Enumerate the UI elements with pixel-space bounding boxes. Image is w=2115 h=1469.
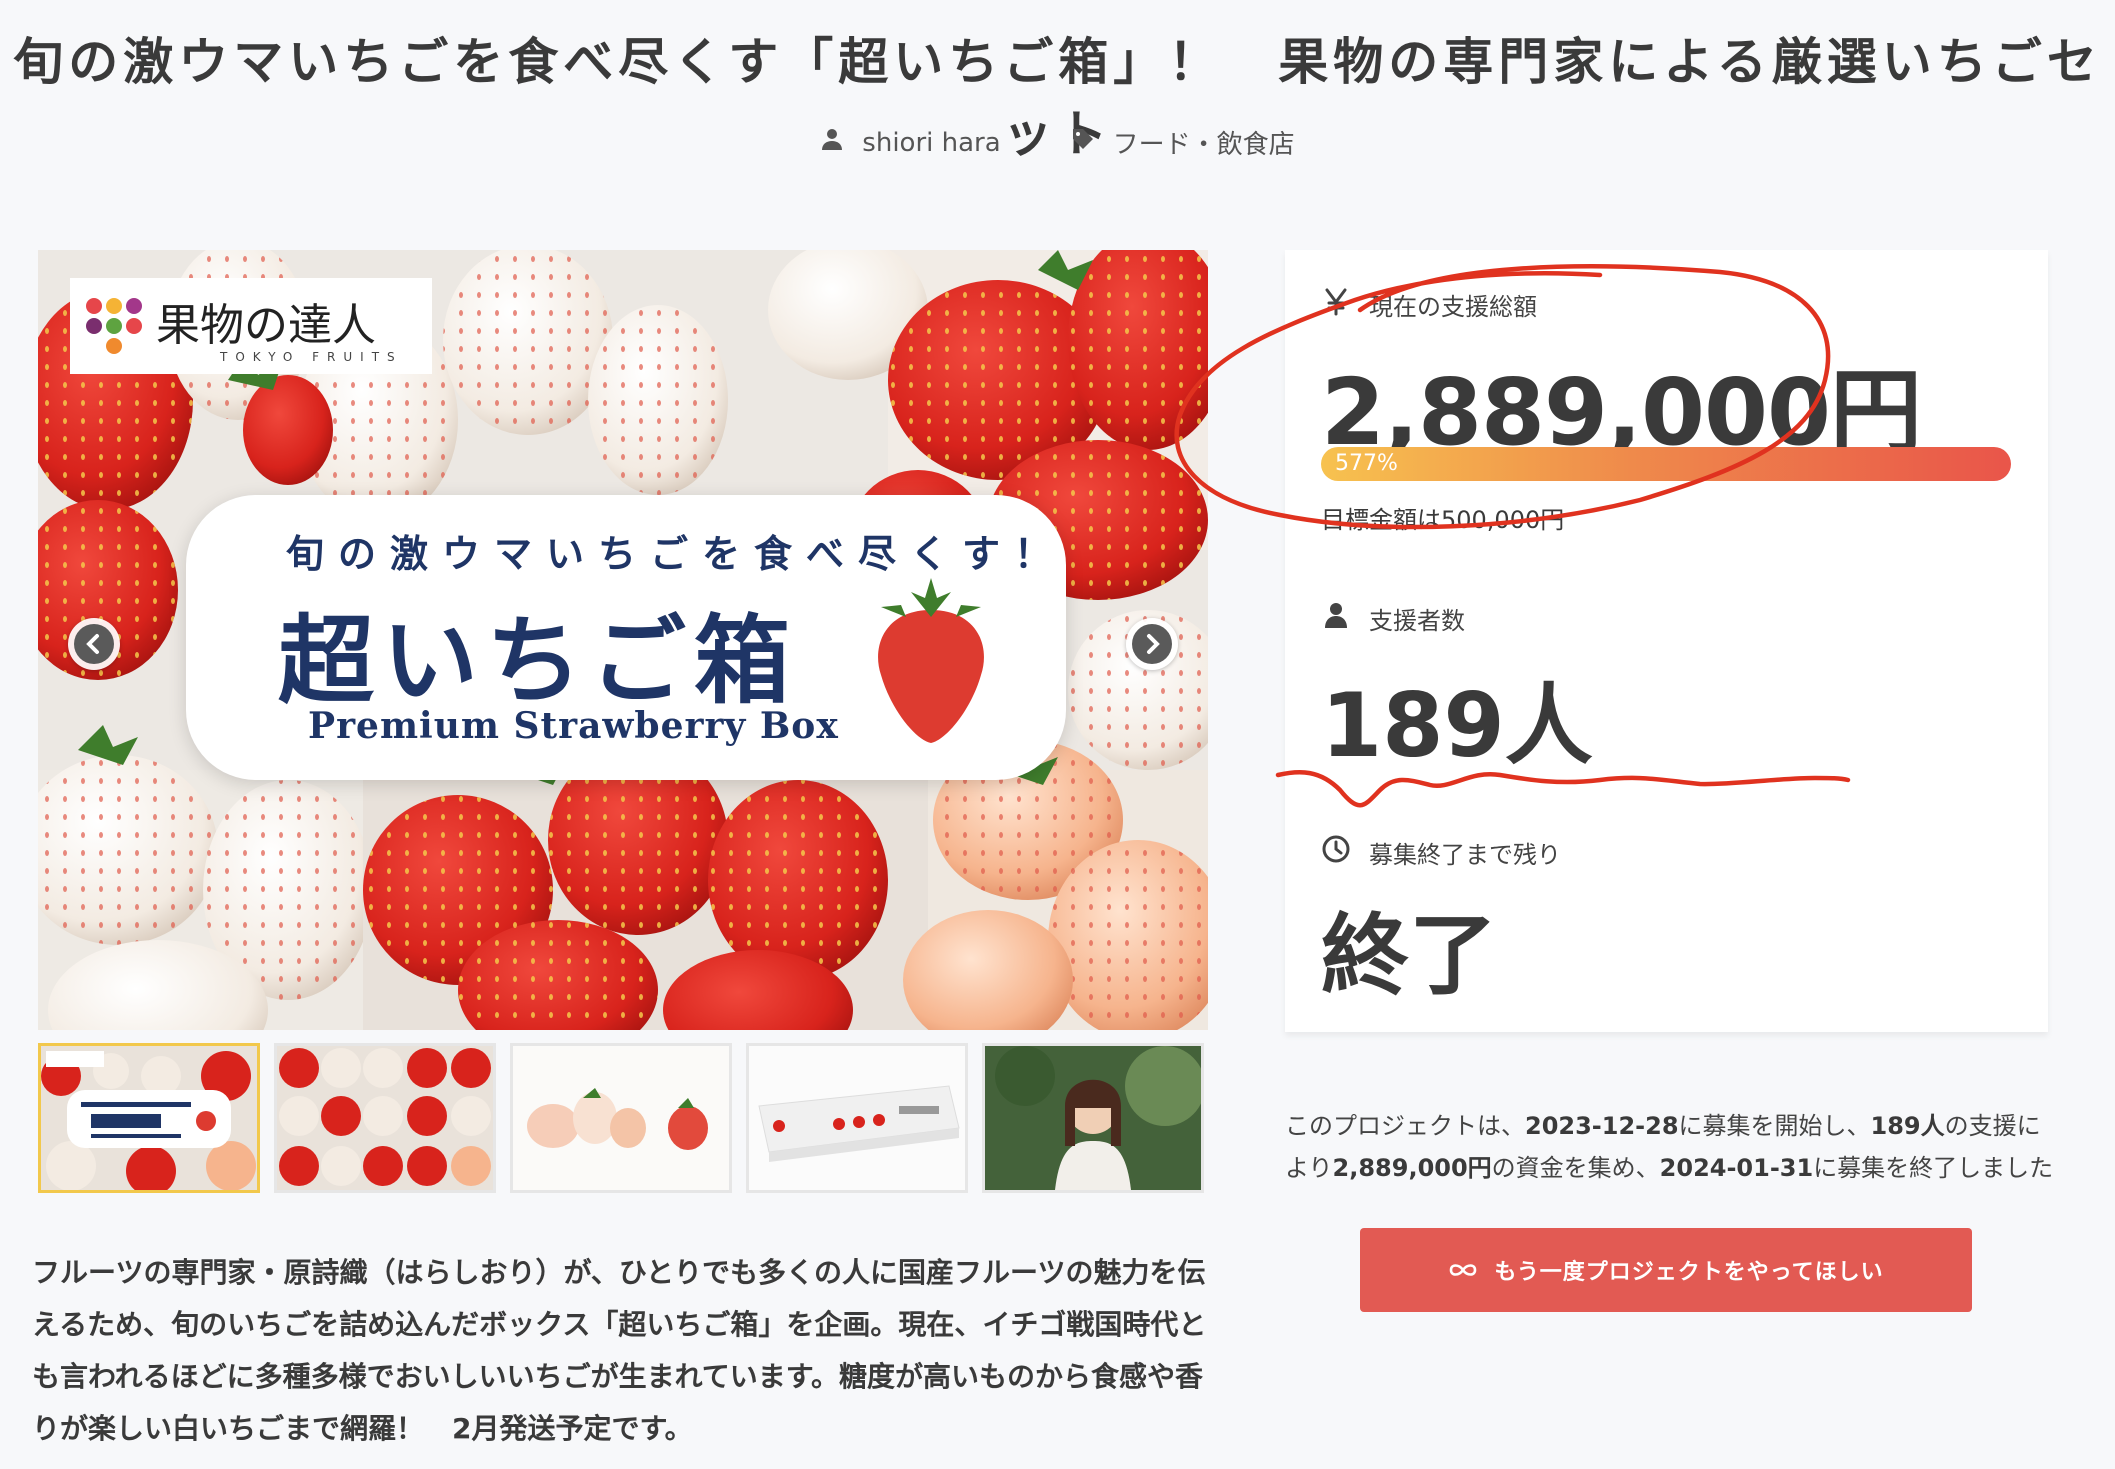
request-again-label: もう一度プロジェクトをやってほしい — [1494, 1260, 1884, 1285]
time-label: 募集終了まで残り — [1369, 840, 1561, 869]
author-link[interactable]: shiori hara — [820, 124, 1001, 161]
summary-text: の資金を集め、 — [1491, 1154, 1660, 1182]
funding-stats-card: 現在の支援総額 2,889,000円 577% 目標金額は500,000円 支援… — [1285, 250, 2048, 1032]
author-name: shiori hara — [862, 127, 1001, 158]
brand-logo: 果物の達人 TOKYO FRUITS — [70, 278, 432, 374]
white-strawberries-thumbnail-image — [513, 1046, 729, 1190]
project-page: 旬の激ウマいちごを食べ尽くす「超いちご箱」！ 果物の専門家による厳選いちごセット… — [0, 0, 2115, 1469]
thumbnail-banner[interactable] — [38, 1043, 260, 1193]
hero-banner: 旬の激ウマいちごを食べ尽くす！ 超いちご箱 Premium Strawberry… — [186, 495, 1066, 780]
tag-icon — [1071, 127, 1095, 158]
yen-icon — [1321, 286, 1351, 322]
project-description: フルーツの専門家・原詩織（はらしおり）が、ひとりでも多くの人に国産フルーツの魅力… — [32, 1256, 1207, 1445]
user-icon — [1321, 600, 1351, 636]
banner-thumbnail-image — [41, 1046, 257, 1190]
chevron-right-icon — [1147, 634, 1160, 654]
time-label-row: 募集終了まで残り — [1321, 834, 1561, 870]
total-label-row: 現在の支援総額 — [1321, 286, 1537, 322]
backers-label: 支援者数 — [1369, 606, 1465, 635]
funding-progress-bar: 577% — [1321, 447, 2011, 481]
clock-icon — [1321, 834, 1351, 870]
banner-tagline: 旬の激ウマいちごを食べ尽くす！ — [286, 531, 1067, 576]
summary-end-date: 2024-01-31 — [1659, 1154, 1814, 1182]
box-package-thumbnail-image — [749, 1046, 965, 1190]
summary-start-date: 2023-12-28 — [1525, 1112, 1679, 1140]
chevron-left-icon — [86, 634, 99, 654]
thumbnail-white-strawberries[interactable] — [510, 1043, 732, 1193]
category-name: フード・飲食店 — [1112, 130, 1295, 160]
thumbnail-box-package[interactable] — [746, 1043, 968, 1193]
project-meta: shiori hara フード・飲食店 — [0, 124, 2115, 161]
request-again-button[interactable]: もう一度プロジェクトをやってほしい — [1360, 1228, 1972, 1312]
thumbnail-portrait[interactable] — [982, 1043, 1204, 1193]
summary-text: に募集を開始し、 — [1678, 1112, 1871, 1140]
carousel-prev-button[interactable] — [68, 618, 120, 670]
goal-amount: 目標金額は500,000円 — [1321, 506, 1565, 534]
backers-label-row: 支援者数 — [1321, 600, 1465, 636]
logo-dots-icon — [86, 298, 142, 354]
logo-subtext: TOKYO FRUITS — [220, 350, 403, 364]
category-link[interactable]: フード・飲食店 — [1071, 124, 1295, 161]
total-label: 現在の支援総額 — [1369, 292, 1537, 321]
backers-count: 189人 — [1321, 674, 1593, 777]
strawberry-icon — [878, 578, 984, 743]
thumbnail-strip — [38, 1043, 1204, 1193]
summary-text: に募集を終了しました — [1813, 1154, 2054, 1182]
summary-text: このプロジェクトは、 — [1285, 1112, 1525, 1140]
summary-amount: 2,889,000円 — [1332, 1154, 1492, 1182]
strawberry-grid-thumbnail-image — [277, 1046, 493, 1190]
thumbnail-strawberry-grid[interactable] — [274, 1043, 496, 1193]
project-summary: このプロジェクトは、2023-12-28に募集を開始し、189人の支援により2,… — [1285, 1105, 2055, 1189]
progress-percent: 577% — [1335, 451, 1398, 476]
logo-text: 果物の達人 — [156, 300, 376, 351]
infinity-icon — [1450, 1264, 1477, 1276]
banner-product-name: 超いちご箱 — [278, 604, 798, 717]
summary-backers: 189人 — [1870, 1112, 1945, 1140]
person-portrait-thumbnail-image — [985, 1046, 1201, 1190]
banner-english-name: Premium Strawberry Box — [308, 705, 839, 747]
hero-image-carousel[interactable]: 果物の達人 TOKYO FRUITS 旬の激ウマいちごを食べ尽くす！ 超いちご箱… — [38, 250, 1208, 1030]
user-icon — [820, 127, 844, 158]
carousel-next-button[interactable] — [1126, 618, 1178, 670]
time-remaining-value: 終了 — [1321, 904, 1498, 1007]
